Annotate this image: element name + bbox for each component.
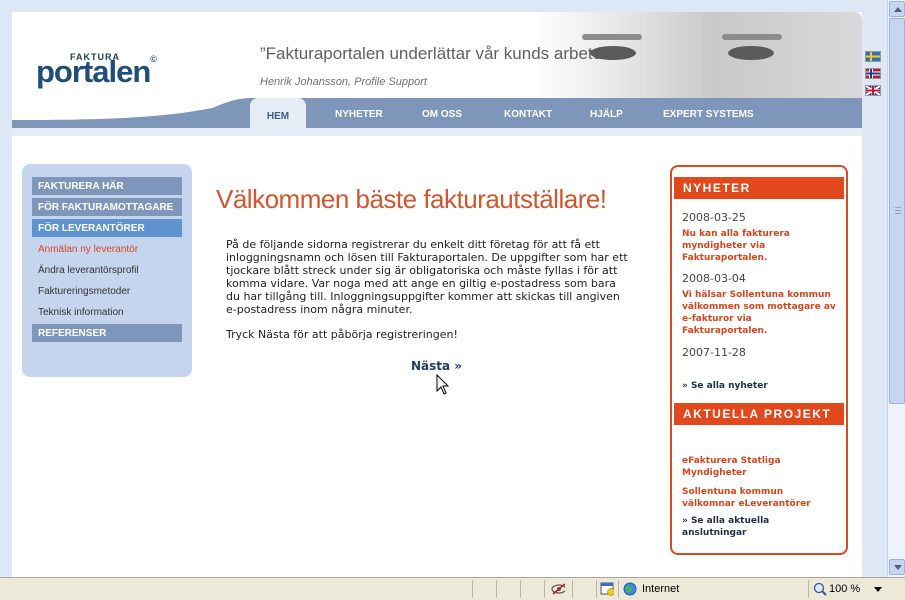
popup-blocked-icon[interactable] (600, 582, 614, 596)
intro-line: inloggningsnamn och lösen till Fakturapo… (226, 251, 628, 264)
english-flag-icon[interactable] (865, 85, 881, 96)
status-separator (472, 580, 473, 598)
grip-line (895, 210, 901, 211)
intro-line: komma vidare. Var noga med att ange en g… (226, 277, 616, 290)
logo-registered-mark: © (150, 54, 157, 64)
project-link[interactable]: eFakturera Statliga Myndigheter (682, 455, 842, 479)
intro-line: tjockare blått streck under sig är oblig… (226, 264, 618, 277)
photo-brow (582, 34, 642, 40)
down-arrow-icon (894, 565, 902, 570)
news-item-line: Fakturaportalen. (682, 326, 768, 336)
project-line: eFakturera Statliga (682, 456, 781, 466)
news-item-link[interactable]: Vi hälsar Sollentuna kommun välkommen so… (682, 289, 842, 337)
project-line: Sollentuna kommun (682, 487, 784, 497)
site-header: FAKTURA portalen© ”Fakturaportalen under… (12, 12, 862, 128)
status-bar: Internet 100 % (0, 577, 905, 600)
nav-tab-nyheter[interactable]: NYHETER (335, 109, 383, 120)
news-box: NYHETER 2008-03-25 Nu kan alla fakturera… (670, 165, 848, 555)
sidebar-link-faktureringsmetoder[interactable]: Faktureringsmetoder (38, 286, 130, 297)
nav-tab-hjalp[interactable]: HJÄLP (590, 109, 623, 120)
sidebar-section-for-fakturamottagare[interactable]: FÖR FAKTURAMOTTAGARE (32, 198, 182, 216)
vertical-scrollbar[interactable] (887, 0, 905, 577)
scroll-up-button[interactable] (889, 1, 905, 17)
next-button[interactable]: Nästa » (411, 359, 462, 373)
see-all-line: » Se alla aktuella (682, 516, 770, 526)
news-date: 2008-03-04 (682, 272, 746, 285)
status-separator (544, 580, 545, 598)
swedish-flag-icon[interactable] (865, 51, 881, 62)
internet-globe-icon (623, 582, 637, 596)
scrollbar-thumb[interactable] (889, 18, 905, 404)
news-date: 2007-11-28 (682, 346, 746, 359)
logo-wordmark: portalen (36, 54, 151, 89)
nav-tab-hem[interactable]: HEM (250, 98, 306, 128)
photo-brow (722, 34, 782, 40)
sidebar-section-fakturera-har[interactable]: FAKTURERA HÄR (32, 177, 182, 195)
page-title: Välkommen bäste fakturautställare! (216, 184, 607, 214)
news-heading: NYHETER (674, 177, 844, 199)
zoom-magnifier-icon[interactable] (813, 582, 827, 596)
page-container: FAKTURA portalen© ”Fakturaportalen under… (12, 12, 862, 577)
project-line: Myndigheter (682, 468, 747, 478)
news-item-line: Nu kan alla fakturera (682, 229, 790, 239)
nav-tab-expert-systems[interactable]: EXPERT SYSTEMS (663, 109, 754, 120)
intro-line: På de följande sidorna registrerar du en… (226, 238, 600, 251)
see-all-line: anslutningar (682, 528, 747, 538)
status-separator (520, 580, 521, 598)
logo-main-text: portalen© (36, 54, 157, 90)
sidebar-section-for-leverantorer[interactable]: FÖR LEVERANTÖRER (32, 219, 182, 237)
projects-heading: AKTUELLA PROJEKT (674, 403, 844, 425)
news-item-link[interactable]: Nu kan alla fakturera myndigheter via Fa… (682, 228, 842, 264)
project-link[interactable]: Sollentuna kommun välkomnar eLeverantöre… (682, 486, 842, 510)
grip-line (895, 213, 901, 214)
status-separator (496, 580, 497, 598)
intro-line: e-postadress inom några minuter. (226, 303, 413, 316)
browser-viewport: FAKTURA portalen© ”Fakturaportalen under… (0, 0, 887, 577)
status-separator (808, 580, 809, 598)
grip-line (895, 207, 901, 208)
sidebar-link-anmalan[interactable]: Anmälan ny leverantör (38, 244, 138, 255)
status-separator (618, 580, 619, 598)
left-sidebar: FAKTURERA HÄR FÖR FAKTURAMOTTAGARE FÖR L… (22, 164, 192, 377)
mouse-cursor-icon (436, 374, 450, 395)
sidebar-section-referenser[interactable]: REFERENSER (32, 324, 182, 342)
news-item-line: välkommen som mottagare av (682, 302, 836, 312)
news-item-line: myndigheter via (682, 241, 766, 251)
status-separator (596, 580, 597, 598)
intro-text: På de följande sidorna registrerar du en… (226, 238, 646, 316)
main-nav: HEM NYHETER OM OSS KONTAKT HJÄLP EXPERT … (12, 98, 862, 128)
norwegian-flag-icon[interactable] (865, 68, 881, 79)
header-quote-author: Henrik Johansson, Profile Support (260, 76, 427, 88)
news-item-line: Fakturaportalen. (682, 253, 768, 263)
zoom-dropdown-chevron-icon[interactable] (874, 587, 882, 593)
up-arrow-icon (894, 7, 902, 12)
see-all-connections-link[interactable]: » Se alla aktuella anslutningar (682, 515, 842, 539)
nav-tab-kontakt[interactable]: KONTAKT (504, 109, 552, 120)
status-separator (572, 580, 573, 598)
nav-underline (12, 128, 862, 136)
intro-line: du har tillgång till. Inloggningsuppgift… (226, 290, 620, 303)
news-item-line: Vi hälsar Sollentuna kommun (682, 290, 831, 300)
instruction-text: Tryck Nästa för att påbörja registrering… (226, 328, 458, 341)
news-date: 2008-03-25 (682, 211, 746, 224)
header-quote: ”Fakturaportalen underlättar vår kunds a… (260, 44, 613, 63)
sidebar-link-teknisk-information[interactable]: Teknisk information (38, 307, 124, 318)
sidebar-link-andra-profil[interactable]: Ändra leverantörsprofil (38, 265, 139, 276)
nav-tab-om-oss[interactable]: OM OSS (422, 109, 462, 120)
project-line: välkomnar eLeverantörer (682, 499, 811, 509)
see-all-news-link[interactable]: » Se alla nyheter (682, 380, 842, 392)
photo-eye (728, 46, 774, 60)
security-zone-label: Internet (642, 583, 680, 595)
zoom-level[interactable]: 100 % (829, 583, 860, 595)
scroll-down-button[interactable] (889, 559, 905, 575)
news-item-line: e-fakturor via (682, 314, 752, 324)
privacy-eye-icon[interactable] (551, 582, 565, 596)
